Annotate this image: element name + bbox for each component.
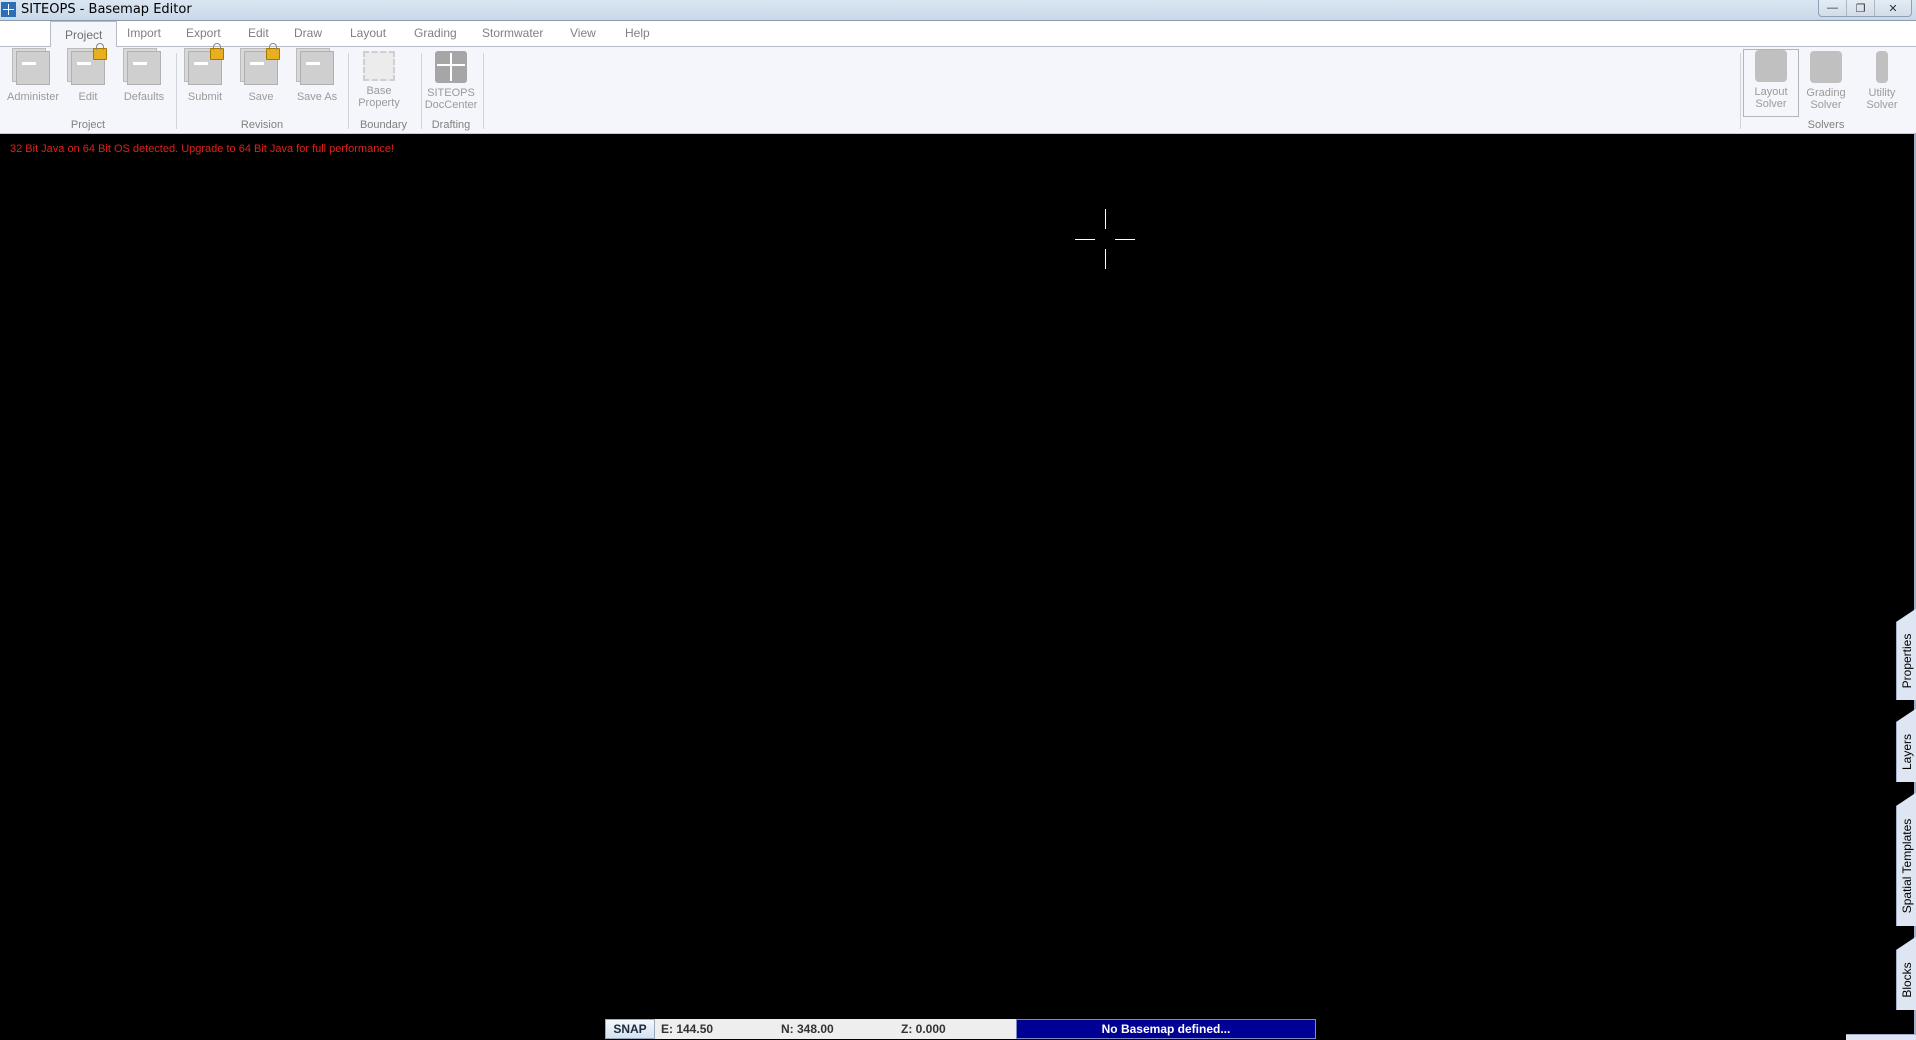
tab-help[interactable]: Help <box>625 26 650 40</box>
submit-button[interactable]: Submit <box>177 43 233 103</box>
submit-lock-icon <box>188 43 224 85</box>
elevation-readout: Z: 0.000 <box>901 1022 946 1036</box>
edit-project-button[interactable]: Edit <box>60 43 116 103</box>
java-warning-message: 32 Bit Java on 64 Bit OS detected. Upgra… <box>10 143 394 155</box>
document-stack-icon <box>16 51 50 85</box>
group-divider <box>483 53 484 129</box>
snap-toggle[interactable]: SNAP <box>605 1019 655 1039</box>
northing-readout: N: 348.00 <box>781 1022 834 1036</box>
doccenter-button[interactable]: SITEOPS DocCenter <box>423 51 479 111</box>
group-label-boundary: Boundary <box>359 119 408 131</box>
utility-solver-button[interactable]: Utility Solver <box>1854 51 1910 111</box>
grading-solver-button[interactable]: Grading Solver <box>1798 51 1854 111</box>
window-controls: — ❐ ✕ <box>1818 0 1912 17</box>
status-bar: SNAP E: 144.50 N: 348.00 Z: 0.000 No Bas… <box>605 1019 1316 1039</box>
tab-import[interactable]: Import <box>127 26 161 40</box>
group-label-project: Project <box>70 119 106 131</box>
minimize-button[interactable]: — <box>1819 0 1846 16</box>
drawing-canvas[interactable] <box>0 134 1896 1039</box>
title-bar: SITEOPS - Basemap Editor — ❐ ✕ <box>0 0 1916 21</box>
group-divider <box>421 53 422 129</box>
car-icon <box>1755 50 1787 82</box>
document-lock-icon <box>71 43 107 85</box>
tab-stormwater[interactable]: Stormwater <box>482 26 543 40</box>
lock-icon <box>93 43 107 60</box>
tab-draw[interactable]: Draw <box>294 26 322 40</box>
pipe-icon <box>1876 51 1888 83</box>
lock-icon <box>210 43 224 60</box>
restore-button[interactable]: ❐ <box>1846 0 1874 16</box>
group-divider <box>1740 53 1741 129</box>
tab-grading[interactable]: Grading <box>414 26 457 40</box>
ribbon-tab-row: Project Import Export Edit Draw Layout G… <box>0 21 1916 47</box>
save-as-icon <box>300 51 334 85</box>
boundary-frame-icon <box>363 51 395 81</box>
defaults-button[interactable]: Defaults <box>116 51 172 103</box>
side-tab-blocks[interactable]: Blocks <box>1896 936 1916 1010</box>
panel-corner <box>1846 1034 1916 1040</box>
app-icon <box>1 2 16 17</box>
document-defaults-icon <box>127 51 161 85</box>
close-button[interactable]: ✕ <box>1874 0 1911 16</box>
group-divider <box>348 53 349 129</box>
easting-readout: E: 144.50 <box>661 1022 714 1036</box>
side-tab-spatial-templates[interactable]: Spatial Templates <box>1896 792 1916 926</box>
tab-layout[interactable]: Layout <box>350 26 386 40</box>
save-button[interactable]: Save <box>233 43 289 103</box>
base-property-button[interactable]: Base Property <box>351 51 407 109</box>
tab-view[interactable]: View <box>570 26 596 40</box>
tab-project[interactable]: Project <box>50 21 118 47</box>
save-as-button[interactable]: Save As <box>289 51 345 103</box>
ribbon: Administer Edit Defaults Project Submit … <box>0 43 1916 134</box>
window-title: SITEOPS - Basemap Editor <box>21 2 192 17</box>
save-lock-icon <box>244 43 280 85</box>
doccenter-grid-icon <box>435 51 467 83</box>
side-tab-properties[interactable]: Properties <box>1896 608 1916 700</box>
basemap-status: No Basemap defined... <box>1016 1019 1316 1039</box>
bulldozer-icon <box>1810 51 1842 83</box>
layout-solver-button[interactable]: Layout Solver <box>1743 49 1799 117</box>
administer-button[interactable]: Administer <box>5 51 61 103</box>
side-tab-layers[interactable]: Layers <box>1896 708 1916 782</box>
group-label-solvers: Solvers <box>1807 119 1845 131</box>
lock-icon <box>266 43 280 60</box>
tab-export[interactable]: Export <box>186 26 221 40</box>
group-label-revision: Revision <box>240 119 284 131</box>
tab-edit[interactable]: Edit <box>248 26 269 40</box>
group-label-drafting: Drafting <box>431 119 471 131</box>
